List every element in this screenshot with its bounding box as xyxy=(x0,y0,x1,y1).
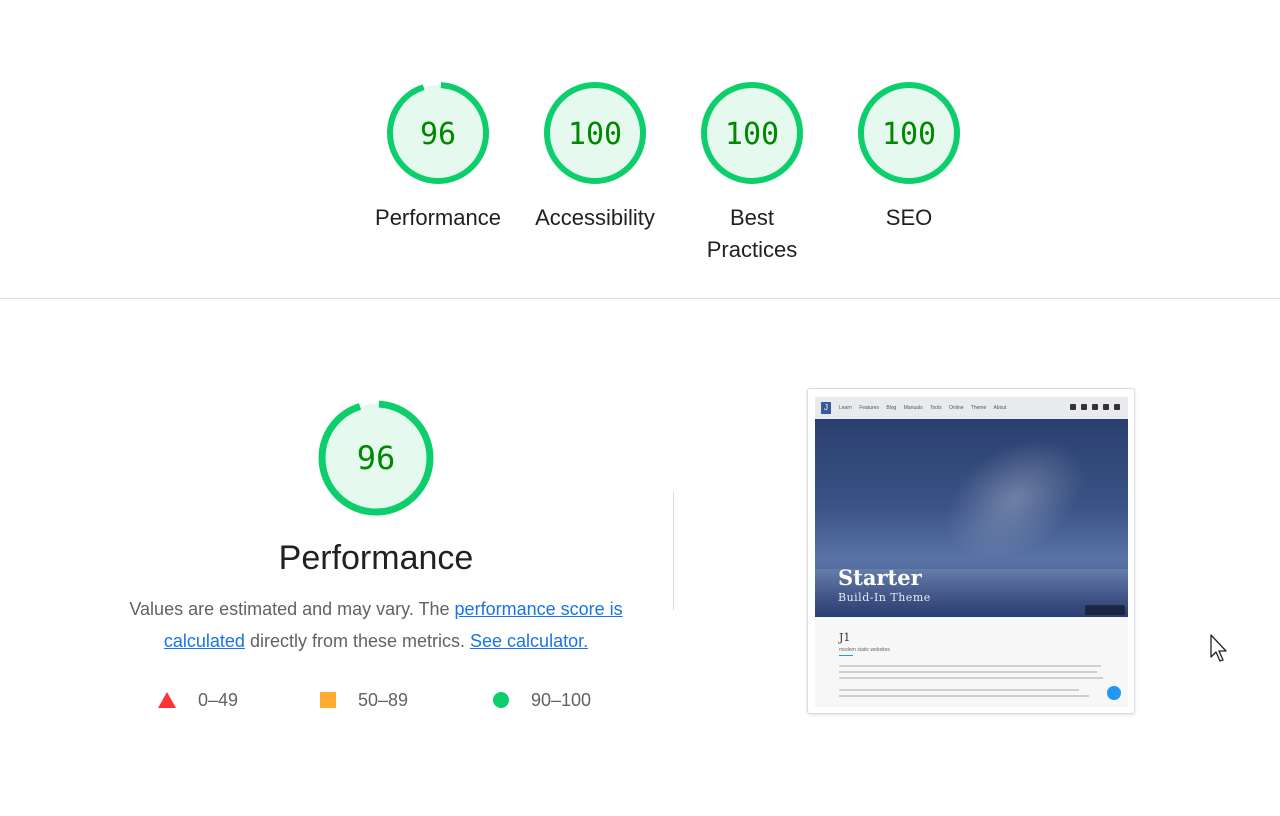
gauge-label: Accessibility xyxy=(535,205,655,230)
hero-subtitle: Build-In Theme xyxy=(838,591,931,604)
home-icon xyxy=(1070,404,1076,410)
square-icon xyxy=(320,692,336,708)
gauge-accessibility[interactable]: 100 Accessibility xyxy=(525,80,665,234)
gauge-ring: 96 xyxy=(387,82,489,184)
category-gauges: 96 Performance 100 Accessibility 100 Bes… xyxy=(0,80,1280,280)
text-line xyxy=(839,689,1079,691)
gauge-score: 96 xyxy=(420,117,456,152)
gauge-best-practices[interactable]: 100 Best Practices xyxy=(682,80,822,266)
body-title: J1 xyxy=(839,631,851,644)
thumb-menu-item: Learn xyxy=(839,405,852,411)
performance-gauge-large: 96 xyxy=(316,398,436,518)
image-credit-badge xyxy=(1085,605,1125,615)
body-subtitle: modern static websites xyxy=(839,647,890,653)
gauge-performance[interactable]: 96 Performance xyxy=(368,80,508,234)
score-legend: 0–49 50–89 90–100 xyxy=(150,686,610,714)
text-line xyxy=(839,695,1089,697)
legend-range: 50–89 xyxy=(358,689,409,710)
mouse-cursor-icon xyxy=(1210,634,1227,662)
see-calculator-link[interactable]: See calculator. xyxy=(470,631,588,651)
gauge-seo[interactable]: 100 SEO xyxy=(839,80,979,234)
thumb-navbar: J Learn Features Blog Manuals Tools Onli… xyxy=(815,397,1128,419)
gauge-score: 100 xyxy=(882,117,936,152)
performance-score: 96 xyxy=(357,439,396,477)
gauge-score: 100 xyxy=(725,117,779,152)
settings-icon xyxy=(1092,404,1098,410)
legend-range: 90–100 xyxy=(531,689,592,710)
desc-text: Values are estimated and may vary. The xyxy=(129,599,455,619)
screenshot-page: J Learn Features Blog Manuals Tools Onli… xyxy=(815,397,1128,707)
legend-average: 50–89 xyxy=(320,686,408,714)
gauge-ring: 96 xyxy=(318,400,434,516)
section-divider xyxy=(0,298,1280,299)
lighthouse-report: 96 Performance 100 Accessibility 100 Bes… xyxy=(0,0,1280,816)
hero-title: Starter xyxy=(838,565,922,590)
logo-icon: J xyxy=(821,402,831,414)
final-screenshot[interactable]: J Learn Features Blog Manuals Tools Onli… xyxy=(807,388,1135,714)
legend-pass: 90–100 xyxy=(493,686,591,714)
title-underline xyxy=(839,655,853,656)
thumb-nav-icons xyxy=(1065,404,1120,410)
text-line xyxy=(839,677,1103,679)
gauge-label: Performance xyxy=(375,205,501,230)
performance-description: Values are estimated and may vary. The p… xyxy=(106,593,646,657)
thumb-menu-item: About xyxy=(993,405,1007,411)
gauge-label: Best Practices xyxy=(706,205,798,262)
gauge-score: 100 xyxy=(568,117,622,152)
text-line xyxy=(839,671,1097,673)
thumb-menu-item: Blog xyxy=(886,405,897,411)
thumb-menu-item: Online xyxy=(949,405,964,411)
thumb-menu-item: Manuals xyxy=(903,405,923,411)
theme-icon xyxy=(1103,404,1109,410)
text-line xyxy=(839,665,1101,667)
thumb-menu-item: Tools xyxy=(929,405,942,411)
gauge-ring: 100 xyxy=(701,82,803,184)
floating-action-button xyxy=(1107,686,1121,700)
gauge-ring: 100 xyxy=(858,82,960,184)
triangle-icon xyxy=(158,692,176,708)
legend-fail: 0–49 xyxy=(158,686,238,714)
thumb-menu-item: Theme xyxy=(970,405,987,411)
gauge-ring: 100 xyxy=(544,82,646,184)
performance-title: Performance xyxy=(278,539,474,577)
thumb-menu: Learn Features Blog Manuals Tools Online… xyxy=(839,405,1013,411)
desc-text: directly from these metrics. xyxy=(244,631,471,651)
vertical-divider xyxy=(673,492,674,610)
circle-icon xyxy=(493,692,509,708)
location-icon xyxy=(1114,404,1120,410)
thumb-hero: Starter Build-In Theme xyxy=(815,419,1128,617)
legend-range: 0–49 xyxy=(198,689,239,710)
search-icon xyxy=(1081,404,1087,410)
gauge-label: SEO xyxy=(885,205,933,230)
thumb-menu-item: Features xyxy=(859,405,879,411)
